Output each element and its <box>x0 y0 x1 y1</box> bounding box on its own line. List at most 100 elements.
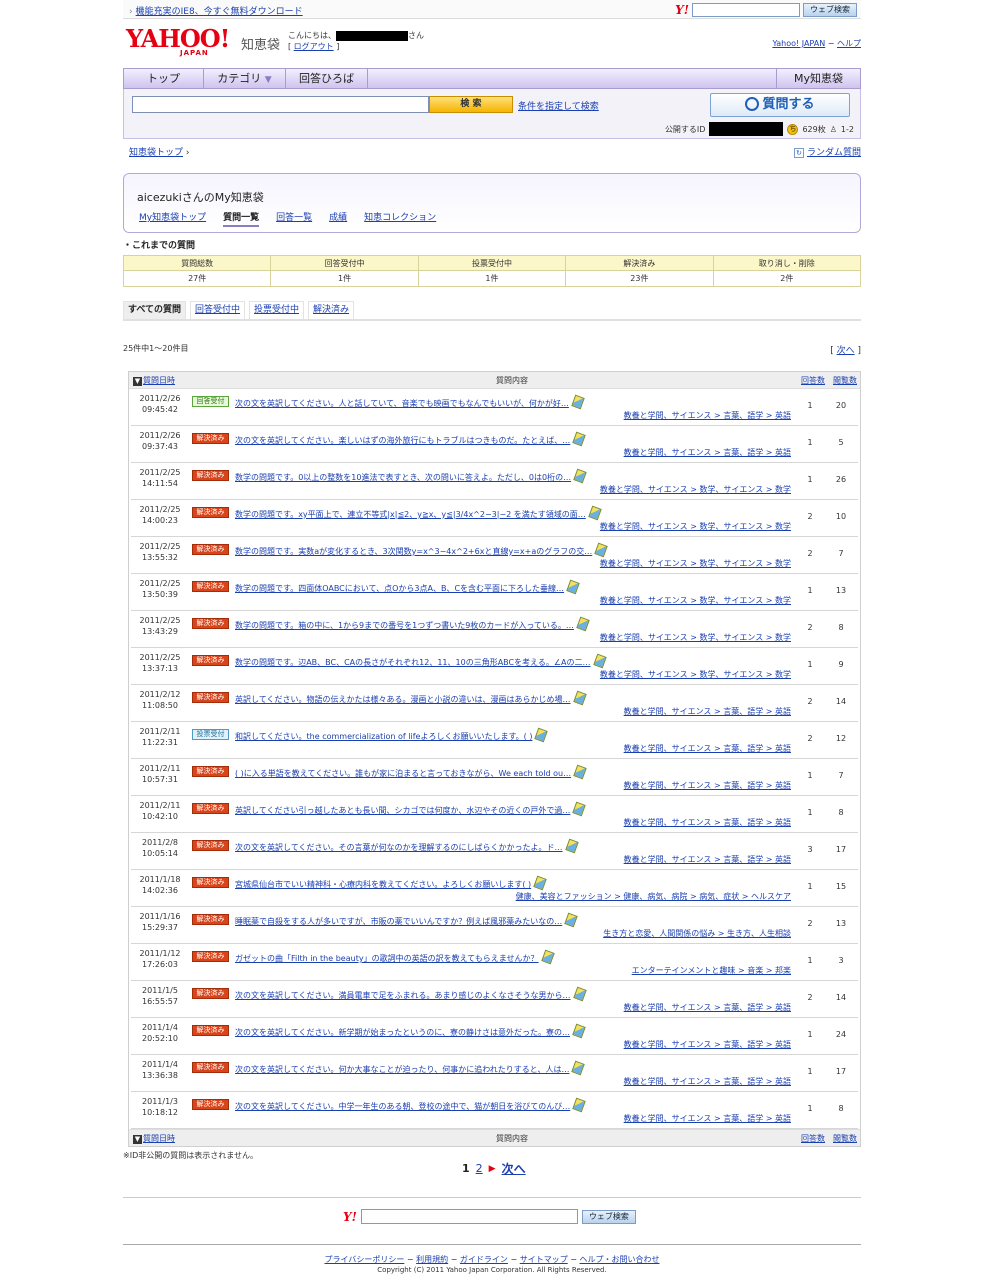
question-link[interactable]: ガゼットの曲「Filth in the beauty」の歌詞中の英語の訳を教えて… <box>235 954 539 963</box>
answer-count: 1 <box>807 882 813 891</box>
col-views[interactable]: 閲覧数 <box>830 375 860 386</box>
category-path[interactable]: 教養と学問、サイエンス > 言葉、語学 > 英語 <box>624 780 791 791</box>
my-tab-questions[interactable]: 質問一覧 <box>223 210 260 227</box>
question-link[interactable]: 次の文を英訳してください。新学期が始まったというのに、寮の静けさは意外だった。寮… <box>235 1028 570 1037</box>
footer-guideline[interactable]: ガイドライン <box>460 1255 508 1264</box>
ask-question-button[interactable]: 質問する <box>710 93 850 117</box>
web-search-input[interactable] <box>692 3 800 17</box>
category-path[interactable]: 教養と学問、サイエンス > 言葉、語学 > 英語 <box>624 1002 791 1013</box>
category-path[interactable]: 教養と学問、サイエンス > 数学、サイエンス > 数学 <box>600 484 791 495</box>
filter-tab-resolved[interactable]: 解決済み <box>308 301 355 319</box>
question-link[interactable]: 次の文を英訳してください。その言葉が何なのかを理解するのにしばらくかかったよ。ド… <box>235 843 563 852</box>
footer-privacy[interactable]: プライバシーポリシー <box>324 1255 404 1264</box>
category-path[interactable]: 教養と学問、サイエンス > 言葉、語学 > 英語 <box>624 706 791 717</box>
random-question[interactable]: ↻ ランダム質問 <box>793 145 861 158</box>
question-date: 2011/2/11 10:57:31 <box>131 763 189 785</box>
question-link[interactable]: 数学の問題です。箱の中に、1から9までの番号を1つずつ書いた9枚のカードが入って… <box>235 621 574 630</box>
question-title: 次の文を英訳してください。中学一年生のある朝、登校の途中で、猫が朝日を浴びてのん… <box>235 1097 586 1113</box>
category-path[interactable]: 教養と学問、サイエンス > 言葉、語学 > 英語 <box>624 817 791 828</box>
status-badge: 解決済み <box>192 692 229 703</box>
next-arrow-icon: ▶ <box>488 1163 496 1174</box>
question-link[interactable]: 数学の問題です。四面体OABCにおいて、点Oから3点A、B、Cを含む平面に下ろし… <box>235 584 564 593</box>
help-link[interactable]: ヘルプ <box>837 39 861 48</box>
pencil-icon <box>566 579 580 595</box>
advanced-search-link[interactable]: 条件を指定して検索 <box>518 99 599 112</box>
category-path[interactable]: 教養と学問、サイエンス > 数学、サイエンス > 数学 <box>600 595 791 606</box>
category-path[interactable]: 教養と学問、サイエンス > 言葉、語学 > 英語 <box>624 743 791 754</box>
question-link[interactable]: 数学の問題です。実数aが変化するとき、3次関数y=x^3−4x^2+6xと直線y… <box>235 547 592 556</box>
bottom-search-input[interactable] <box>360 1209 578 1224</box>
category-path[interactable]: 健康、美容とファッション > 健康、病気、病院 > 病気、症状 > ヘルスケア <box>516 891 791 902</box>
category-path[interactable]: 教養と学問、サイエンス > 数学、サイエンス > 数学 <box>600 521 791 532</box>
nav-plaza[interactable]: 回答ひろば <box>286 69 368 88</box>
col-date[interactable]: 質問日時 <box>143 376 175 385</box>
question-link[interactable]: 英訳してください引っ越したあとも長い間、シカゴでは何度か、水辺やその近くの戸外で… <box>235 806 570 815</box>
category-path[interactable]: 教養と学問、サイエンス > 言葉、語学 > 英語 <box>624 854 791 865</box>
table-row: 2011/2/11 10:57:31 解決済み ( )に入る単語を教えてください。誰も… <box>131 759 858 796</box>
footer-sitemap[interactable]: サイトマップ <box>520 1255 568 1264</box>
col-answers[interactable]: 回答数 <box>796 1133 830 1144</box>
question-search-input[interactable] <box>132 96 429 113</box>
question-link[interactable]: ( )に入る単語を教えてください。誰もが家に泊まると言っておきながら、We ea… <box>235 769 571 778</box>
question-link[interactable]: 次の文を英訳してください。人と話していて、音楽でも映画でもなんでもいいが、何かが… <box>235 399 569 408</box>
next-link[interactable]: 次へ <box>502 1160 526 1177</box>
my-tab-top[interactable]: My知恵袋トップ <box>139 210 206 227</box>
filter-tab-answering[interactable]: 回答受付中 <box>190 301 246 319</box>
category-path[interactable]: エンターテインメントと趣味 > 音楽 > 邦楽 <box>632 965 791 976</box>
search-button[interactable]: 検 索 <box>429 96 513 113</box>
sort-date-bottom[interactable]: ▼ 質問日時 <box>129 1133 228 1144</box>
question-link[interactable]: 次の文を英訳してください。中学一年生のある朝、登校の途中で、猫が朝日を浴びてのん… <box>235 1102 570 1111</box>
question-link[interactable]: 宮城県仙台市でいい精神科・心療内科を教えてください。よろしくお願いします( ) <box>235 880 531 889</box>
bottom-search-button[interactable]: ウェブ検索 <box>581 1209 636 1224</box>
footer-terms[interactable]: 利用規約 <box>416 1255 448 1264</box>
question-link[interactable]: 数学の問題です。xy平面上で、連立不等式|x|≦2、y≧x、y≦|3/4x^2−… <box>235 510 586 519</box>
filter-tab-all[interactable]: すべての質問 <box>123 301 187 319</box>
my-tab-answers[interactable]: 回答一覧 <box>276 210 312 227</box>
footer-help[interactable]: ヘルプ・お問い合わせ <box>580 1255 660 1264</box>
page-2[interactable]: 2 <box>476 1162 483 1175</box>
filter-tab-voting[interactable]: 投票受付中 <box>249 301 305 319</box>
question-link[interactable]: 次の文を英訳してください。楽しいはずの海外旅行にもトラブルはつきものだ。たとえば… <box>235 436 570 445</box>
my-tab-stats[interactable]: 成績 <box>329 210 347 227</box>
question-link[interactable]: 数学の問題です。辺AB、BC、CAの長さがそれぞれ12、11、10の三角形ABC… <box>235 658 591 667</box>
col-views[interactable]: 閲覧数 <box>830 1133 860 1144</box>
question-link[interactable]: 英訳してください。物語の伝えかたは様々ある。漫画と小説の違いは、漫画はあらかじめ… <box>235 695 571 704</box>
category-path[interactable]: 教養と学問、サイエンス > 言葉、語学 > 英語 <box>624 1076 791 1087</box>
promo-link[interactable]: 機能充実のIE8、今すぐ無料ダウンロード <box>136 7 303 17</box>
question-link[interactable]: 睡眠薬で自殺をする人が多いですが、市販の薬でいいんですか？例えば風邪薬みたいなの… <box>235 917 562 926</box>
view-count: 13 <box>835 586 847 595</box>
logout-link[interactable]: ログアウト <box>294 42 334 51</box>
sort-date[interactable]: ▼ 質問日時 <box>129 375 228 386</box>
category-path[interactable]: 教養と学問、サイエンス > 言葉、語学 > 英語 <box>624 447 791 458</box>
web-search-button[interactable]: ウェブ検索 <box>803 3 857 17</box>
question-link[interactable]: 次の文を英訳してください。何か大事なことが迫ったり、何事かに追われたりすると、人… <box>235 1065 569 1074</box>
nav-category[interactable]: カテゴリ ▼ <box>204 69 286 88</box>
yahoo-japan-link[interactable]: Yahoo! JAPAN <box>772 39 825 48</box>
next-link-top[interactable]: 次へ <box>837 346 855 356</box>
category-path[interactable]: 教養と学問、サイエンス > 数学、サイエンス > 数学 <box>600 632 791 643</box>
category-path[interactable]: 教養と学問、サイエンス > 言葉、語学 > 英語 <box>624 1039 791 1050</box>
breadcrumb-top[interactable]: 知恵袋トップ <box>129 148 183 158</box>
my-tab-collection[interactable]: 知恵コレクション <box>364 210 436 227</box>
question-link[interactable]: 次の文を英訳してください。満員電車で足をふまれる。あまり感じのよくなさそうな男か… <box>235 991 571 1000</box>
nav-top[interactable]: トップ <box>124 69 204 88</box>
col-date[interactable]: 質問日時 <box>143 1134 175 1143</box>
site-name[interactable]: 知恵袋 <box>241 34 280 53</box>
random-link[interactable]: ランダム質問 <box>807 148 861 158</box>
question-link[interactable]: 和訳してください。the commercialization of lifeよろ… <box>235 732 532 741</box>
public-id-label: 公開するID <box>664 124 706 134</box>
category-path[interactable]: 教養と学問、サイエンス > 数学、サイエンス > 数学 <box>600 669 791 680</box>
yahoo-logo[interactable]: YAHOO! JAPAN <box>126 27 238 59</box>
nav-my[interactable]: My知恵袋 <box>776 69 860 88</box>
category-path[interactable]: 教養と学問、サイエンス > 数学、サイエンス > 数学 <box>600 558 791 569</box>
filter-tabs: すべての質問 回答受付中 投票受付中 解決済み <box>123 301 861 321</box>
category-path[interactable]: 教養と学問、サイエンス > 言葉、語学 > 英語 <box>624 1113 791 1124</box>
category-path[interactable]: 生き方と恋愛、人間関係の悩み > 生き方、人生相談 <box>603 928 791 939</box>
answer-count: 1 <box>807 956 813 965</box>
date: 2011/1/16 <box>139 912 181 921</box>
category-path[interactable]: 教養と学問、サイエンス > 言葉、語学 > 英語 <box>624 410 791 421</box>
question-link[interactable]: 数学の問題です。0以上の整数を10進法で表すとき、次の問いに答えよ。ただし、0は… <box>235 473 571 482</box>
footer-sep: − <box>448 1255 460 1264</box>
table-row: 2011/2/11 11:22:31 投票受付 和訳してください。the commer… <box>131 722 858 759</box>
col-answers[interactable]: 回答数 <box>796 375 830 386</box>
